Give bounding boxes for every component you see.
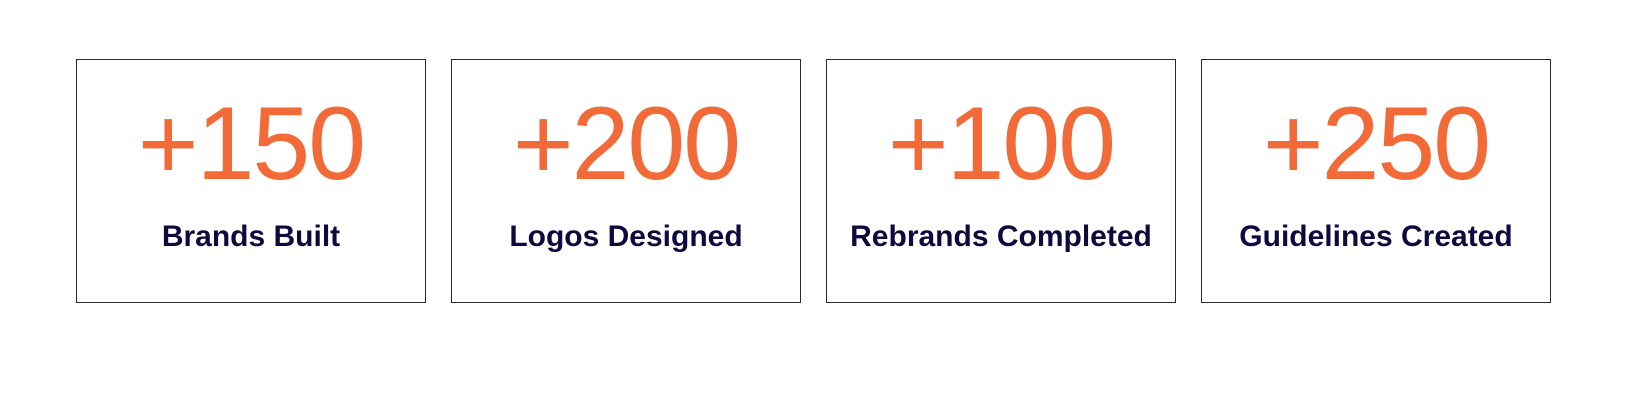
stat-label: Brands Built <box>161 220 341 253</box>
stat-value: +100 <box>887 86 1116 202</box>
stat-label: Rebrands Completed <box>850 220 1152 253</box>
stat-value: +250 <box>1262 86 1491 202</box>
stat-value: +200 <box>512 86 741 202</box>
stat-card-brands-built: +150 Brands Built <box>76 59 426 303</box>
stat-label: Logos Designed <box>509 220 743 253</box>
stat-label: Guidelines Created <box>1239 220 1513 253</box>
stats-row: +150 Brands Built +200 Logos Designed +1… <box>76 59 1551 303</box>
stat-card-logos-designed: +200 Logos Designed <box>451 59 801 303</box>
stat-card-rebrands-completed: +100 Rebrands Completed <box>826 59 1176 303</box>
stat-value: +150 <box>137 86 366 202</box>
stat-card-guidelines-created: +250 Guidelines Created <box>1201 59 1551 303</box>
